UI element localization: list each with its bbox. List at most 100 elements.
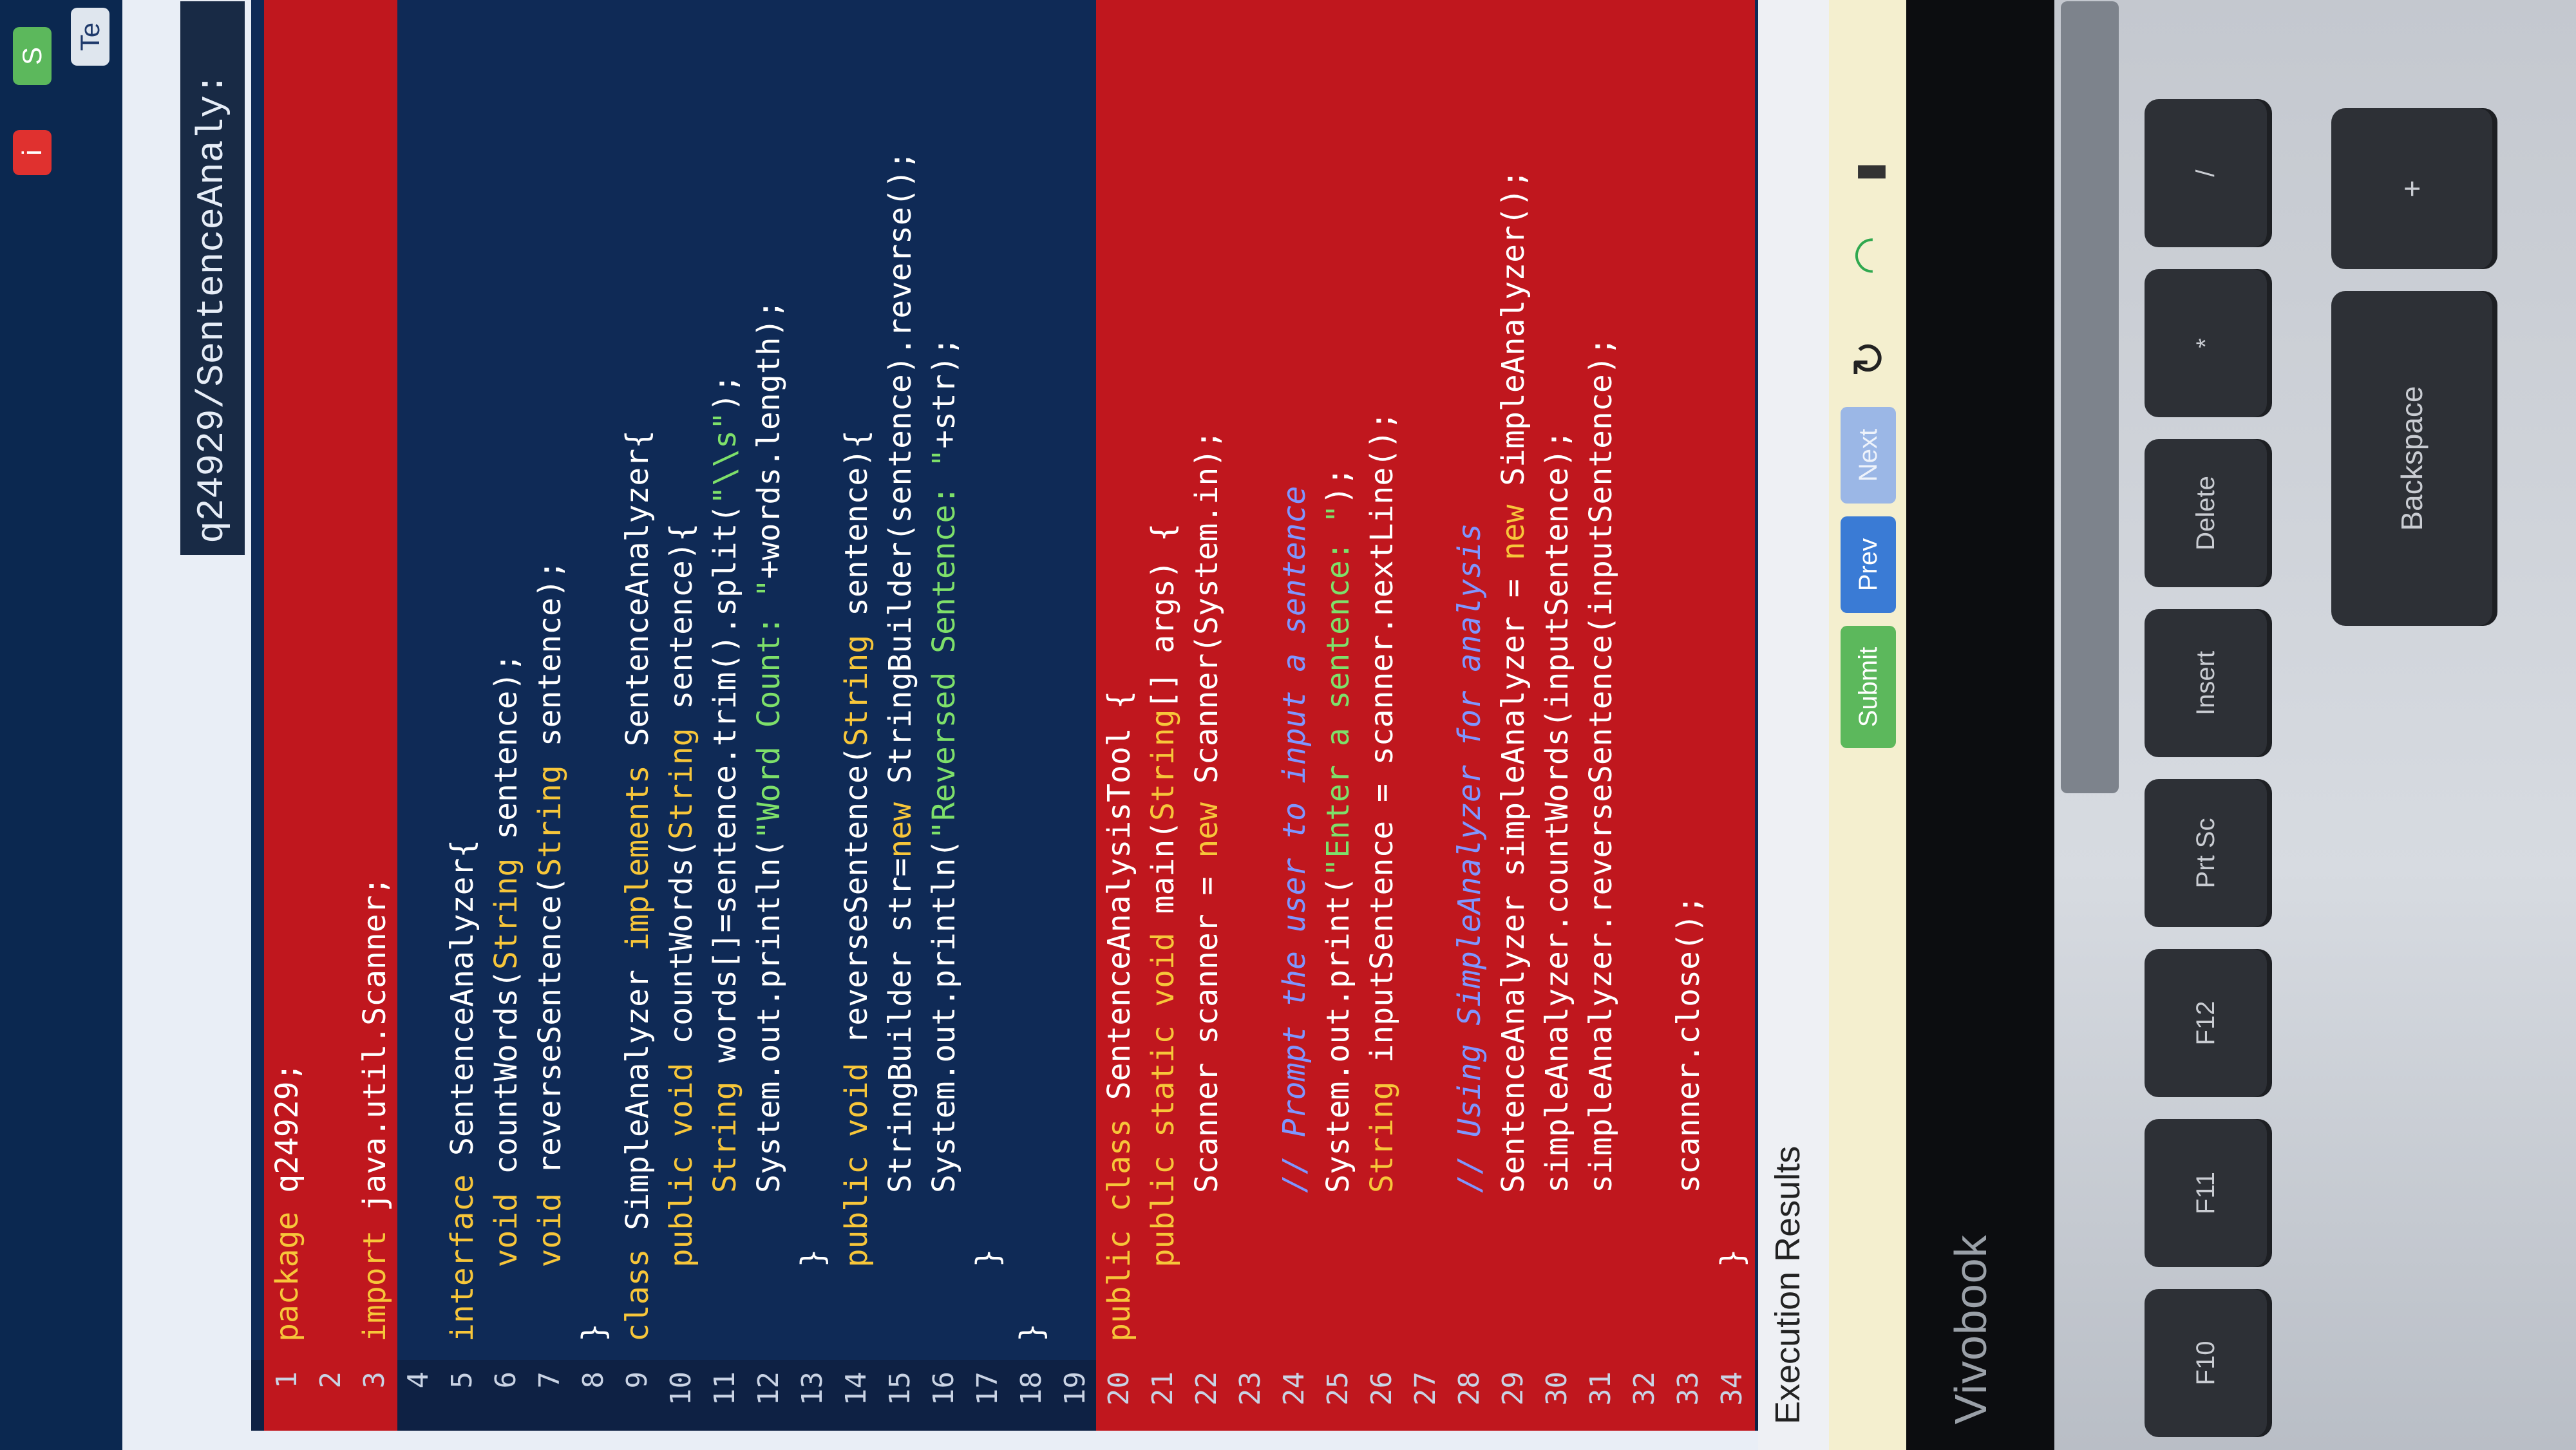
code-line[interactable]: 8} [571,0,616,1431]
top-button-info[interactable]: i [13,130,52,175]
code-editor[interactable]: 1 package q24929; 2 3 import java.util.Scann… [251,0,1758,1431]
key-backspace[interactable]: Backspace [2331,291,2492,626]
key-f11[interactable]: F11 [2145,1119,2267,1267]
line-number: 6 [489,1371,522,1389]
code-line[interactable]: 31 simpleAnalyzer.reverseSentence(inputS… [1578,0,1624,1431]
line-number: 13 [796,1371,829,1406]
code-line[interactable]: 20 public class SentenceAnalysisTool { [1096,0,1142,1431]
code-line[interactable]: 22 Scanner scanner = new Scanner(System.… [1184,0,1229,1431]
top-button-s[interactable]: S [13,27,52,85]
keyboard-number-row: Backspace + [2331,108,2492,626]
code-line[interactable]: 12 System.out.println("Word Count: "+wor… [746,0,791,1431]
key-f12[interactable]: F12 [2145,949,2267,1097]
key-prtsc[interactable]: Prt Sc [2145,779,2267,927]
line-number: 34 [1716,1371,1748,1406]
code-line[interactable]: 4 [395,0,441,1431]
line-number: 15 [884,1371,916,1406]
wifi-icon: ◠ [1844,236,1894,276]
code-line[interactable]: 23 [1227,0,1273,1431]
code-line[interactable]: 13 } [790,0,835,1431]
key-slash[interactable]: / [2145,99,2267,247]
key-asterisk[interactable]: * [2145,269,2267,417]
line-number: 32 [1628,1371,1661,1406]
code-line[interactable]: 25 System.out.print("Enter a sentence: "… [1315,0,1361,1431]
key-f10[interactable]: F10 [2145,1289,2267,1437]
code-line[interactable]: 24 // Prompt the user to input a sentenc… [1271,0,1317,1431]
code-line[interactable]: 6 void countWords(String sentence); [483,0,529,1431]
key-delete[interactable]: Delete [2145,439,2267,587]
line-number: 9 [621,1371,654,1389]
code-line[interactable]: 14 public void reverseSentence(String se… [833,0,879,1431]
key-plus[interactable]: + [2331,108,2492,269]
execution-results-title: Execution Results [1768,1145,1807,1424]
next-button[interactable]: Next [1841,407,1896,504]
line-number: 2 [314,1371,347,1389]
line-number: 10 [665,1371,697,1406]
code-line[interactable]: 17 } [965,0,1010,1431]
code-line[interactable]: 2 [308,0,354,1431]
top-button-te[interactable]: Te [71,8,109,66]
line-number: 14 [840,1371,873,1406]
code-line[interactable]: 26 String inputSentence = scanner.nextLi… [1359,0,1405,1431]
line-number: 27 [1409,1371,1442,1406]
submit-button[interactable]: Submit [1841,626,1896,748]
battery-icon: ▮ [1848,162,1889,182]
code-text: System.out.println("Word Count: "+words.… [750,299,787,1342]
code-text: public void reverseSentence(String sente… [838,429,875,1268]
code-line[interactable]: 32 [1622,0,1667,1431]
keyboard-function-row: F10 F11 F12 Prt Sc Insert Delete * / [2145,99,2267,1437]
line-number: 20 [1103,1371,1135,1406]
line-number: 8 [577,1371,610,1389]
code-line[interactable]: 10 public void countWords(String sentenc… [658,0,704,1431]
code-line[interactable]: 9 class SimpleAnalyzer implements Sentenc… [614,0,660,1431]
code-line[interactable]: 1 package q24929; [264,0,310,1431]
code-text: import java.util.Scanner; [356,876,393,1342]
code-text: interface SentenceAnalyzer{ [444,839,480,1342]
line-number: 12 [752,1371,785,1406]
line-number: 29 [1497,1371,1530,1406]
line-number: 26 [1365,1371,1398,1406]
laptop-hinge [2061,1,2119,793]
code-text: public static void main(String[] args) { [1144,523,1181,1268]
code-line[interactable]: 30 simpleAnalyzer.countWords(inputSenten… [1534,0,1580,1431]
code-text: } [1013,1323,1050,1342]
file-tab[interactable]: q24929/SentenceAnaly: [180,1,245,555]
code-line[interactable]: 16 System.out.println("Reversed Sentence… [921,0,967,1431]
line-number: 30 [1540,1371,1573,1406]
code-line[interactable]: 19 [1052,0,1098,1431]
code-line[interactable]: 11 String words[]=sentence.trim().split(… [702,0,748,1431]
code-text: class SimpleAnalyzer implements Sentence… [619,429,656,1342]
code-line[interactable]: 15 StringBuilder str=new StringBuilder(s… [877,0,923,1431]
code-text: } [1714,1248,1750,1342]
line-number: 25 [1321,1371,1354,1406]
laptop-brand-label: Vivobook [1946,1234,1996,1424]
line-number: 16 [927,1371,960,1406]
line-number: 18 [1015,1371,1048,1406]
code-line[interactable]: 21 public static void main(String[] args… [1140,0,1186,1431]
line-number: 17 [971,1371,1004,1406]
line-number: 4 [402,1371,435,1389]
line-number: 21 [1146,1371,1179,1406]
code-line[interactable]: 27 [1403,0,1448,1431]
code-line[interactable]: 33 scanner.close(); [1665,0,1711,1431]
line-number: 22 [1190,1371,1223,1406]
code-text: // Prompt the user to input a sentence [1276,485,1312,1342]
prev-button[interactable]: Prev [1841,516,1896,613]
code-line[interactable]: 29 SentenceAnalyzer simpleAnalyzer = new… [1490,0,1536,1431]
line-number: 19 [1059,1371,1092,1406]
laptop-bezel [1906,0,2054,1450]
code-text: SentenceAnalyzer simpleAnalyzer = new Si… [1495,169,1531,1342]
code-line[interactable]: 28 // Using SimpleAnalyzer for analysis [1446,0,1492,1431]
code-line[interactable]: 5 interface SentenceAnalyzer{ [439,0,485,1431]
code-text: simpleAnalyzer.reverseSentence(inputSent… [1582,337,1619,1342]
code-line[interactable]: 18} [1009,0,1054,1431]
refresh-icon[interactable]: ↻ [1837,323,1901,394]
code-line[interactable]: 3 import java.util.Scanner; [352,0,397,1431]
code-line[interactable]: 34 } [1709,0,1755,1431]
code-line[interactable]: 7 void reverseSentence(String sentence); [527,0,573,1431]
line-number: 5 [446,1371,478,1389]
line-number: 24 [1278,1371,1311,1406]
line-number: 28 [1453,1371,1486,1406]
line-number: 1 [270,1371,303,1389]
key-insert[interactable]: Insert [2145,609,2267,757]
